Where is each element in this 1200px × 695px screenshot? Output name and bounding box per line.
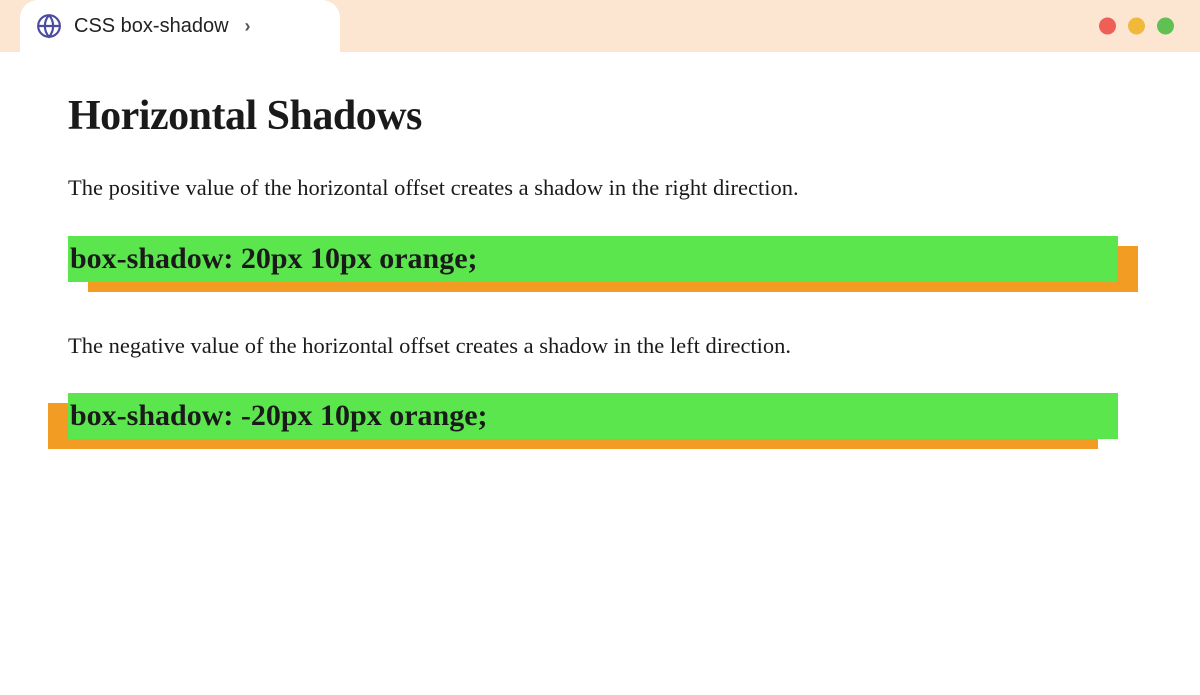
browser-tab[interactable]: CSS box-shadow › [20, 0, 340, 52]
desc-negative: The negative value of the horizontal off… [68, 330, 1132, 362]
maximize-dot[interactable] [1157, 18, 1174, 35]
demo-box-negative: box-shadow: -20px 10px orange; [68, 393, 1118, 439]
window-controls [1099, 18, 1174, 35]
page-content: Horizontal Shadows The positive value of… [0, 52, 1200, 517]
page-heading: Horizontal Shadows [68, 92, 1132, 140]
desc-positive: The positive value of the horizontal off… [68, 172, 1132, 204]
browser-topbar: CSS box-shadow › [0, 0, 1200, 52]
close-dot[interactable] [1099, 18, 1116, 35]
minimize-dot[interactable] [1128, 18, 1145, 35]
globe-icon [36, 13, 62, 39]
demo-box-positive: box-shadow: 20px 10px orange; [68, 236, 1118, 282]
chevron-right-icon: › [245, 16, 251, 37]
tab-title: CSS box-shadow [74, 15, 229, 38]
